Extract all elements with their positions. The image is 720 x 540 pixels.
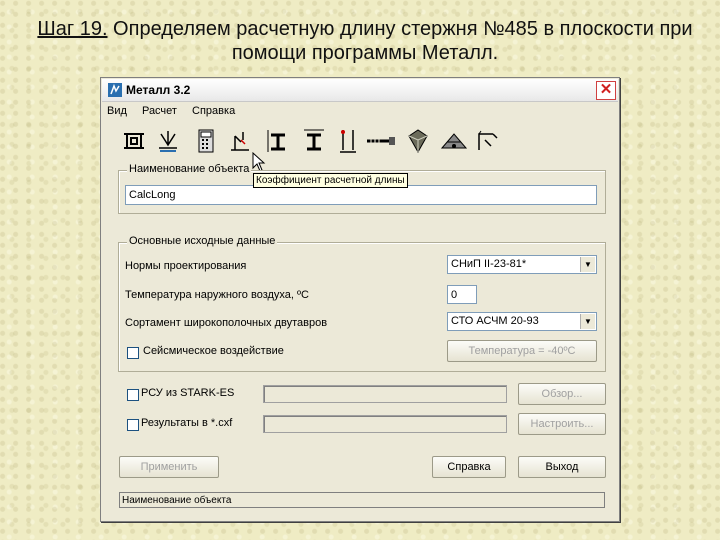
source-data-group-label: Основные исходные данные — [127, 235, 278, 247]
status-bar: Наименование объекта — [119, 492, 605, 508]
beam-section-icon[interactable] — [121, 126, 147, 156]
slide-title-text: Определяем расчетную длину стержня №485 … — [107, 18, 693, 64]
i-beam-column-icon[interactable] — [301, 126, 327, 156]
column-support-icon[interactable] — [335, 126, 361, 156]
apply-button[interactable]: Применить — [119, 456, 219, 478]
results-checkbox[interactable] — [127, 419, 139, 431]
assortment-label: Сортамент широкополочных двутавров — [125, 317, 328, 329]
calculator-icon[interactable] — [193, 126, 219, 156]
results-path-field[interactable] — [263, 415, 507, 433]
norms-value: СНиП II-23-81* — [451, 258, 527, 270]
rsu-checkbox[interactable] — [127, 389, 139, 401]
metall-window: Металл 3.2 ✕ Вид Расчет Справка Наименов… — [100, 77, 620, 522]
truss-node-icon[interactable] — [439, 126, 469, 156]
temperature-label: Температура наружного воздуха, ºС — [125, 289, 309, 301]
window-titlebar[interactable]: Металл 3.2 ✕ — [102, 79, 618, 102]
tooltip: Коэффициент расчетной длины — [253, 173, 408, 188]
frame-node-icon[interactable] — [475, 126, 501, 156]
exit-button[interactable]: Выход — [518, 456, 606, 478]
seismic-checkbox[interactable] — [127, 347, 139, 359]
results-label: Результаты в *.cxf — [141, 417, 233, 429]
close-button[interactable]: ✕ — [596, 81, 616, 100]
temperature-input[interactable]: 0 — [447, 285, 477, 304]
chevron-down-icon[interactable]: ▼ — [580, 314, 595, 329]
source-data-group: Основные исходные данные Нормы проектиро… — [118, 235, 606, 372]
help-button[interactable]: Справка — [432, 456, 506, 478]
node-displacement-icon[interactable] — [227, 126, 253, 156]
menu-view[interactable]: Вид — [107, 105, 127, 117]
close-icon: ✕ — [599, 81, 613, 98]
menu-bar: Вид Расчет Справка — [107, 105, 247, 117]
slide-title-step: Шаг 19. — [37, 18, 108, 40]
menu-calc[interactable]: Расчет — [142, 105, 177, 117]
window-title: Металл 3.2 — [126, 83, 191, 97]
menu-help[interactable]: Справка — [192, 105, 235, 117]
browse-button[interactable]: Обзор... — [518, 383, 606, 405]
slide-title: Шаг 19. Определяем расчетную длину стерж… — [20, 17, 710, 65]
bolt-icon[interactable] — [365, 126, 397, 156]
configure-button[interactable]: Настроить... — [518, 413, 606, 435]
temperature-button[interactable]: Температура = -40ºС — [447, 340, 597, 362]
mouse-cursor-icon — [252, 152, 266, 172]
i-beam-icon[interactable] — [265, 126, 291, 156]
assortment-select[interactable]: СТО АСЧМ 20-93 ▼ — [447, 312, 597, 331]
norms-select[interactable]: СНиП II-23-81* ▼ — [447, 255, 597, 274]
spring-support-icon[interactable] — [155, 126, 181, 156]
assortment-value: СТО АСЧМ 20-93 — [451, 315, 539, 327]
chevron-down-icon[interactable]: ▼ — [580, 257, 595, 272]
rsu-path-field[interactable] — [263, 385, 507, 403]
object-name-input[interactable]: CalcLong — [125, 185, 597, 205]
seismic-label: Сейсмическое воздействие — [143, 345, 284, 357]
polyhedron-icon[interactable] — [405, 126, 431, 156]
norms-label: Нормы проектирования — [125, 260, 247, 272]
object-name-group-label: Наименование объекта — [127, 163, 252, 175]
app-icon — [108, 83, 122, 97]
rsu-label: РСУ из STARK-ES — [141, 387, 235, 399]
